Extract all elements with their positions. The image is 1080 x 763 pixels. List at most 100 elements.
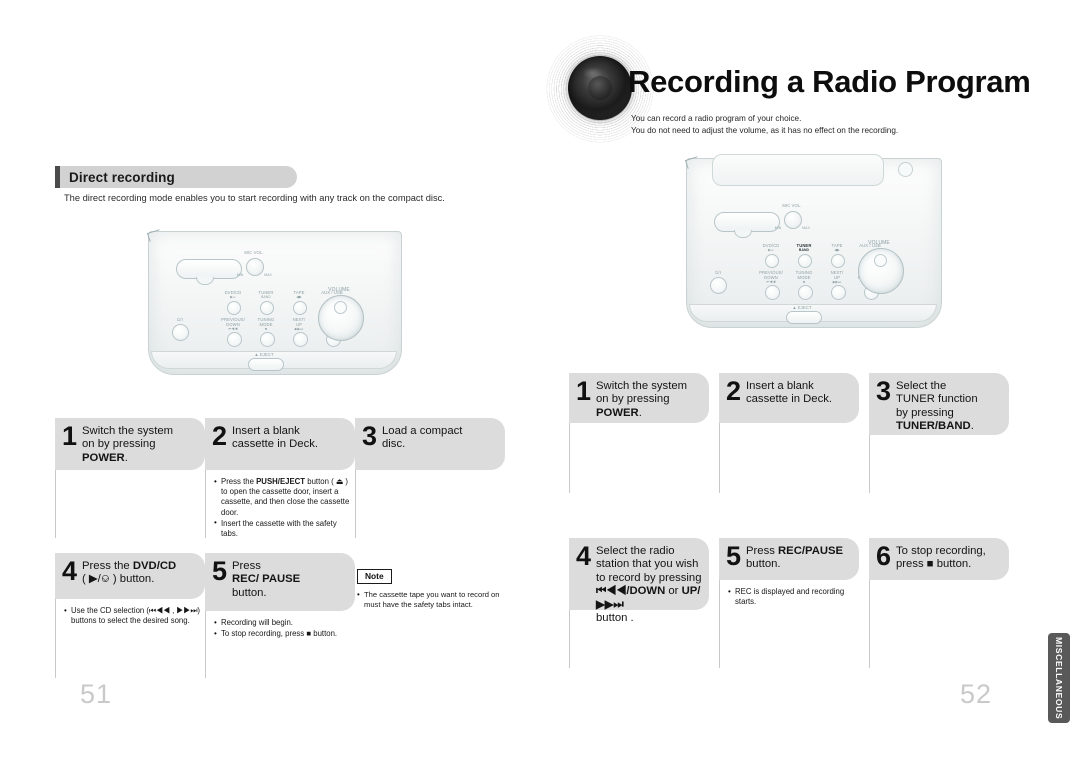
step-body: Recording will begin.To stop recording, …	[205, 611, 355, 678]
step-header: 1 Switch the system on by pressing POWER.	[569, 373, 709, 423]
function-button-0[interactable]	[765, 254, 779, 268]
step-header: 3 Load a compact disc.	[355, 418, 505, 470]
section-header-direct-recording: Direct recording	[55, 166, 297, 188]
step-body	[55, 470, 205, 538]
step-number: 2	[726, 376, 742, 406]
function-label-bottom-1: BAND	[261, 295, 271, 299]
step-block-r2: 2 Insert a blank cassette in Deck.	[719, 373, 859, 493]
step-header: 1 Switch the system on by pressing POWER.	[55, 418, 205, 470]
control-label-bottom-0: ⏮◀◀	[228, 327, 238, 331]
function-button-2[interactable]	[831, 254, 845, 268]
disc-tray	[712, 154, 884, 186]
step-header: 5 Press REC/PAUSE button.	[719, 538, 859, 580]
left-page: Direct recording The direct recording mo…	[0, 0, 540, 763]
note-badge-label: Note	[357, 569, 392, 584]
page-title: Recording a Radio Program	[628, 64, 1031, 99]
step-instruction-text: Press the DVD/CD( ▶/⎉ ) button.	[82, 560, 177, 586]
step-block-r3: 3 Select the TUNER function by pressing TUNE…	[869, 373, 1009, 493]
eject-button[interactable]	[786, 311, 822, 324]
step-number: 5	[212, 556, 228, 586]
step-header: 2 Insert a blank cassette in Deck.	[205, 418, 355, 470]
side-tab-miscellaneous: MISCELLANEOUS	[1048, 633, 1070, 723]
step-block-r6: 6 To stop recording, press ■ button.	[869, 538, 1009, 668]
power-label: ⏻/I	[715, 270, 721, 275]
control-label-bottom-2: ▶▶⏭	[294, 327, 304, 331]
eject-label: ▲ EJECT	[792, 305, 812, 310]
speaker-highlight	[582, 67, 602, 79]
function-label-bottom-0: ▶⎉	[768, 248, 774, 252]
speaker-dome-icon	[588, 76, 612, 100]
mic-min-label: MIN	[236, 273, 244, 277]
page-number-left: 51	[80, 679, 113, 709]
step-body: Press the PUSH/EJECT button ( ⏏ ) to ope…	[205, 470, 355, 538]
control-button-1[interactable]	[260, 332, 275, 347]
step-number: 6	[876, 541, 892, 571]
step-body	[355, 470, 505, 538]
function-button-0[interactable]	[227, 301, 241, 315]
step-instruction-text: Insert a blank cassette in Deck.	[746, 380, 833, 406]
step-number: 3	[362, 421, 378, 451]
function-button-2[interactable]	[293, 301, 307, 315]
power-button[interactable]	[172, 324, 189, 341]
device-illustration-left: MIC VOL. MIN MAX ⏻/I DVD/CD ▶⎉ TUNER BAND TAPE ◀▶…	[146, 229, 402, 375]
step-block-2: 2Insert a blankcassette in Deck. Press th…	[205, 418, 355, 538]
step-bullet-list: Use the CD selection (⏮◀◀ , ▶▶⏭) buttons…	[64, 605, 201, 626]
step-instruction-text: Press REC/ PAUSE button.	[232, 560, 301, 599]
section-heading-label: Direct recording	[69, 169, 175, 185]
step-header: 5 Press REC/ PAUSE button.	[205, 553, 355, 611]
mic-min-label: MIN	[774, 226, 782, 230]
control-label-bottom-2: ▶▶⏭	[832, 280, 842, 284]
step-instruction-text: Switch the system on by pressing POWER.	[596, 380, 688, 419]
step-block-r5: 5Press REC/PAUSEbutton. REC is displayed …	[719, 538, 859, 668]
step-bullet-list: REC is displayed and recording starts.	[728, 586, 855, 607]
step-bullet-item: REC is displayed and recording starts.	[728, 586, 855, 607]
control-button-2[interactable]	[293, 332, 308, 347]
eject-button[interactable]	[248, 358, 284, 371]
step-bullet-list: Press the PUSH/EJECT button ( ⏏ ) to ope…	[214, 477, 351, 539]
step-block-3: 3 Load a compact disc.	[355, 418, 505, 538]
step-number: 5	[726, 541, 742, 571]
control-label-bottom-1: ■	[264, 327, 268, 331]
control-button-1[interactable]	[798, 285, 813, 300]
step-instruction-text: Switch the system on by pressing POWER.	[82, 425, 174, 464]
control-button-2[interactable]	[831, 285, 846, 300]
step-instruction-text: Insert a blank cassette in Deck.	[232, 425, 319, 451]
step-body	[869, 435, 1009, 493]
step-instruction-text: To stop recording, press ■ button.	[896, 545, 986, 571]
step-body	[569, 423, 709, 493]
step-header: 4 Press the DVD/CD( ▶/⎉ ) button.	[55, 553, 205, 599]
step-body: REC is displayed and recording starts.	[719, 580, 859, 668]
function-button-1[interactable]	[798, 254, 812, 268]
step-number: 1	[62, 421, 78, 451]
tray-indicator-dot	[898, 162, 913, 177]
step-header: 3 Select the TUNER function by pressing TUNE…	[869, 373, 1009, 435]
power-button[interactable]	[710, 277, 727, 294]
step-block-1: 1 Switch the system on by pressing POWER.	[55, 418, 205, 538]
step-bullet-list: Recording will begin.To stop recording, …	[214, 617, 351, 639]
page-subtitle-line: You can record a radio program of your c…	[631, 114, 802, 123]
function-label-bottom-0: ▶⎉	[230, 295, 236, 299]
function-label-bottom-1: BAND	[798, 248, 810, 252]
control-label-bottom-1: ■	[802, 280, 806, 284]
step-instruction-text: Select the radio station that you wish to …	[596, 545, 702, 625]
volume-knob-indicator	[334, 301, 347, 314]
step-bullet-item: Use the CD selection (⏮◀◀ , ▶▶⏭) buttons…	[64, 605, 201, 626]
step-bullet-item: Press the PUSH/EJECT button ( ⏏ ) to ope…	[214, 477, 351, 518]
control-label-bottom-0: ⏮◀◀	[766, 280, 776, 284]
volume-knob-indicator	[874, 254, 887, 267]
control-button-0[interactable]	[227, 332, 242, 347]
page-number-right: 52	[960, 679, 993, 709]
eject-label: ▲ EJECT	[254, 352, 274, 357]
mic-max-label: MAX	[802, 226, 810, 230]
control-button-0[interactable]	[765, 285, 780, 300]
step-header: 4 Select the radio station that you wish to…	[569, 538, 709, 624]
volume-label: VOLUME	[868, 240, 890, 246]
step-header: 2 Insert a blank cassette in Deck.	[719, 373, 859, 423]
function-button-1[interactable]	[260, 301, 274, 315]
step-block-5: 5PressREC/ PAUSEbutton. Recording will be…	[205, 553, 355, 678]
page-subtitle-line: You do not need to adjust the volume, as…	[631, 125, 899, 135]
function-label-bottom-2: ◀▶	[834, 248, 840, 252]
step-instruction-text: Load a compact disc.	[382, 425, 463, 451]
power-label: ⏻/I	[177, 317, 183, 322]
step-block-r1: 1 Switch the system on by pressing POWER.	[569, 373, 709, 493]
